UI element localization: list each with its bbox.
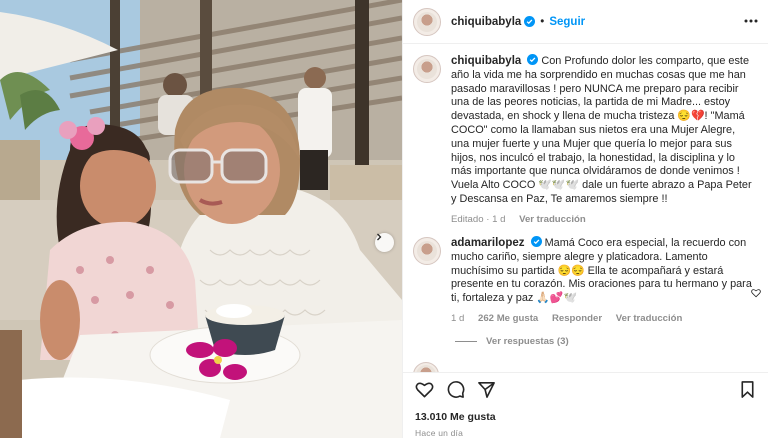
caption-edited: Editado · 1 d <box>451 213 506 225</box>
post-time-ago: Hace un día <box>415 428 464 438</box>
likes-count[interactable]: 13.010 Me gusta <box>415 411 496 423</box>
next-photo-button[interactable] <box>375 233 394 252</box>
comment-bubble-icon[interactable] <box>446 380 465 399</box>
share-paper-plane-icon[interactable] <box>477 380 496 399</box>
comment-meta: 1 d 262 Me gusta Responder Ver traducció… <box>451 312 753 326</box>
replies-divider <box>455 341 477 342</box>
view-replies-button[interactable]: Ver respuestas (3) <box>455 336 569 347</box>
caption-author[interactable]: chiquibabyla <box>451 55 521 67</box>
caption-meta: Editado · 1 d Ver traducción <box>451 213 753 227</box>
caption-translate-link[interactable]: Ver traducción <box>519 214 586 225</box>
like-heart-icon[interactable] <box>415 380 434 399</box>
chevron-right-icon <box>377 233 382 241</box>
post-photo <box>0 0 402 438</box>
avatar[interactable] <box>413 237 441 265</box>
verified-badge-icon <box>524 16 536 27</box>
avatar[interactable] <box>413 362 439 372</box>
follow-button[interactable]: Seguir <box>549 16 585 28</box>
separator-dot: • <box>540 15 545 28</box>
photo-scene <box>0 0 402 438</box>
author-username[interactable]: chiquibabyla <box>451 16 521 28</box>
comment-entry: adamarilopez Mamá Coco era especial, la … <box>413 236 753 326</box>
avatar[interactable] <box>413 55 441 83</box>
post-side-panel: chiquibabyla • Seguir chiquibabyla Con P… <box>402 0 768 438</box>
verified-badge-icon <box>530 236 542 247</box>
caption-body: chiquibabyla Con Profundo dolor les comp… <box>451 54 753 227</box>
caption-entry: chiquibabyla Con Profundo dolor les comp… <box>413 54 753 227</box>
action-icons <box>415 380 496 399</box>
comment-author[interactable]: adamarilopez <box>451 237 525 249</box>
comment-likes[interactable]: 262 Me gusta <box>478 313 538 324</box>
comment-time: 1 d <box>451 312 465 324</box>
comment-body: adamarilopez Mamá Coco era especial, la … <box>451 236 753 326</box>
comments-section[interactable]: chiquibabyla Con Profundo dolor les comp… <box>403 44 768 372</box>
instagram-post: chiquibabyla • Seguir chiquibabyla Con P… <box>0 0 768 438</box>
post-header: chiquibabyla • Seguir <box>403 0 768 44</box>
more-options-icon[interactable] <box>743 13 759 29</box>
action-bar: 13.010 Me gusta Hace un día <box>403 372 768 438</box>
like-comment-heart-icon[interactable] <box>751 288 761 298</box>
comment-translate-link[interactable]: Ver traducción <box>616 313 683 324</box>
view-replies-label: Ver respuestas (3) <box>486 336 569 347</box>
avatar[interactable] <box>413 7 441 36</box>
next-comment-partial <box>413 362 439 372</box>
reply-button[interactable]: Responder <box>552 313 602 324</box>
bookmark-icon[interactable] <box>738 380 757 399</box>
caption-text: Con Profundo dolor les comparto, que est… <box>451 55 752 205</box>
verified-badge-icon <box>527 54 539 65</box>
